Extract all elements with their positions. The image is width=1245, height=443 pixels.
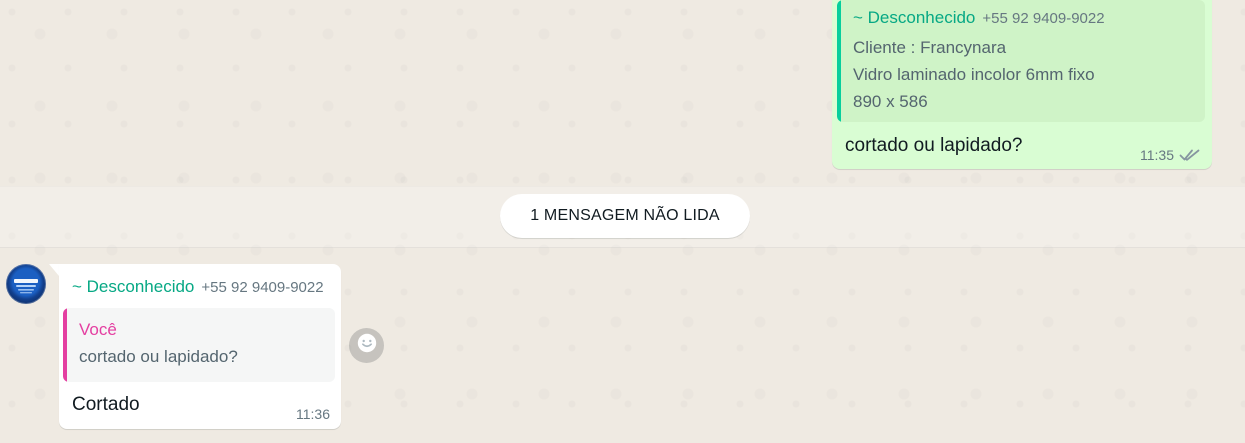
incoming-message-time: 11:36 — [296, 406, 330, 422]
incoming-message-bubble[interactable]: ~ Desconhecido +55 92 9409-9022 Você cor… — [59, 264, 341, 429]
quoted-sender-name: ~ Desconhecido — [853, 8, 976, 27]
quoted-sender-phone: +55 92 9409-9022 — [982, 10, 1105, 27]
contact-avatar[interactable] — [6, 264, 46, 304]
quoted-message-lines: Cliente : Francynara Vidro laminado inco… — [853, 34, 1095, 115]
incoming-quoted-message[interactable]: Você cortado ou lapidado? — [63, 308, 335, 382]
outgoing-message-time: 11:35 — [1140, 147, 1174, 163]
outgoing-message-bubble[interactable]: ~ Desconhecido +55 92 9409-9022 Cliente … — [832, 0, 1212, 169]
quoted-text: cortado ou lapidado? — [79, 347, 238, 366]
outgoing-message-text: cortado ou lapidado? — [845, 135, 1023, 156]
reaction-button[interactable] — [349, 328, 384, 363]
unread-messages-label: 1 MENSAGEM NÃO LIDA — [500, 194, 750, 238]
outgoing-message-meta: 11:35 — [1140, 147, 1200, 163]
incoming-sender: ~ Desconhecido +55 92 9409-9022 — [72, 276, 324, 299]
quoted-line-dimensions: 890 x 586 — [853, 92, 928, 111]
incoming-sender-name[interactable]: ~ Desconhecido — [72, 276, 194, 298]
double-check-icon — [1179, 147, 1200, 163]
quoted-author: Você — [79, 320, 117, 339]
quoted-message[interactable]: ~ Desconhecido +55 92 9409-9022 Cliente … — [837, 0, 1205, 122]
incoming-message-text: Cortado — [72, 394, 140, 415]
incoming-message-meta: 11:36 — [296, 406, 330, 422]
emoji-icon — [355, 331, 379, 360]
quoted-line-product: Vidro laminado incolor 6mm fixo — [853, 65, 1095, 84]
quoted-sender: ~ Desconhecido +55 92 9409-9022 — [853, 7, 1105, 30]
incoming-sender-phone: +55 92 9409-9022 — [201, 279, 324, 296]
incoming-bubble-tail — [49, 264, 59, 276]
quoted-line-client: Cliente : Francynara — [853, 38, 1007, 57]
